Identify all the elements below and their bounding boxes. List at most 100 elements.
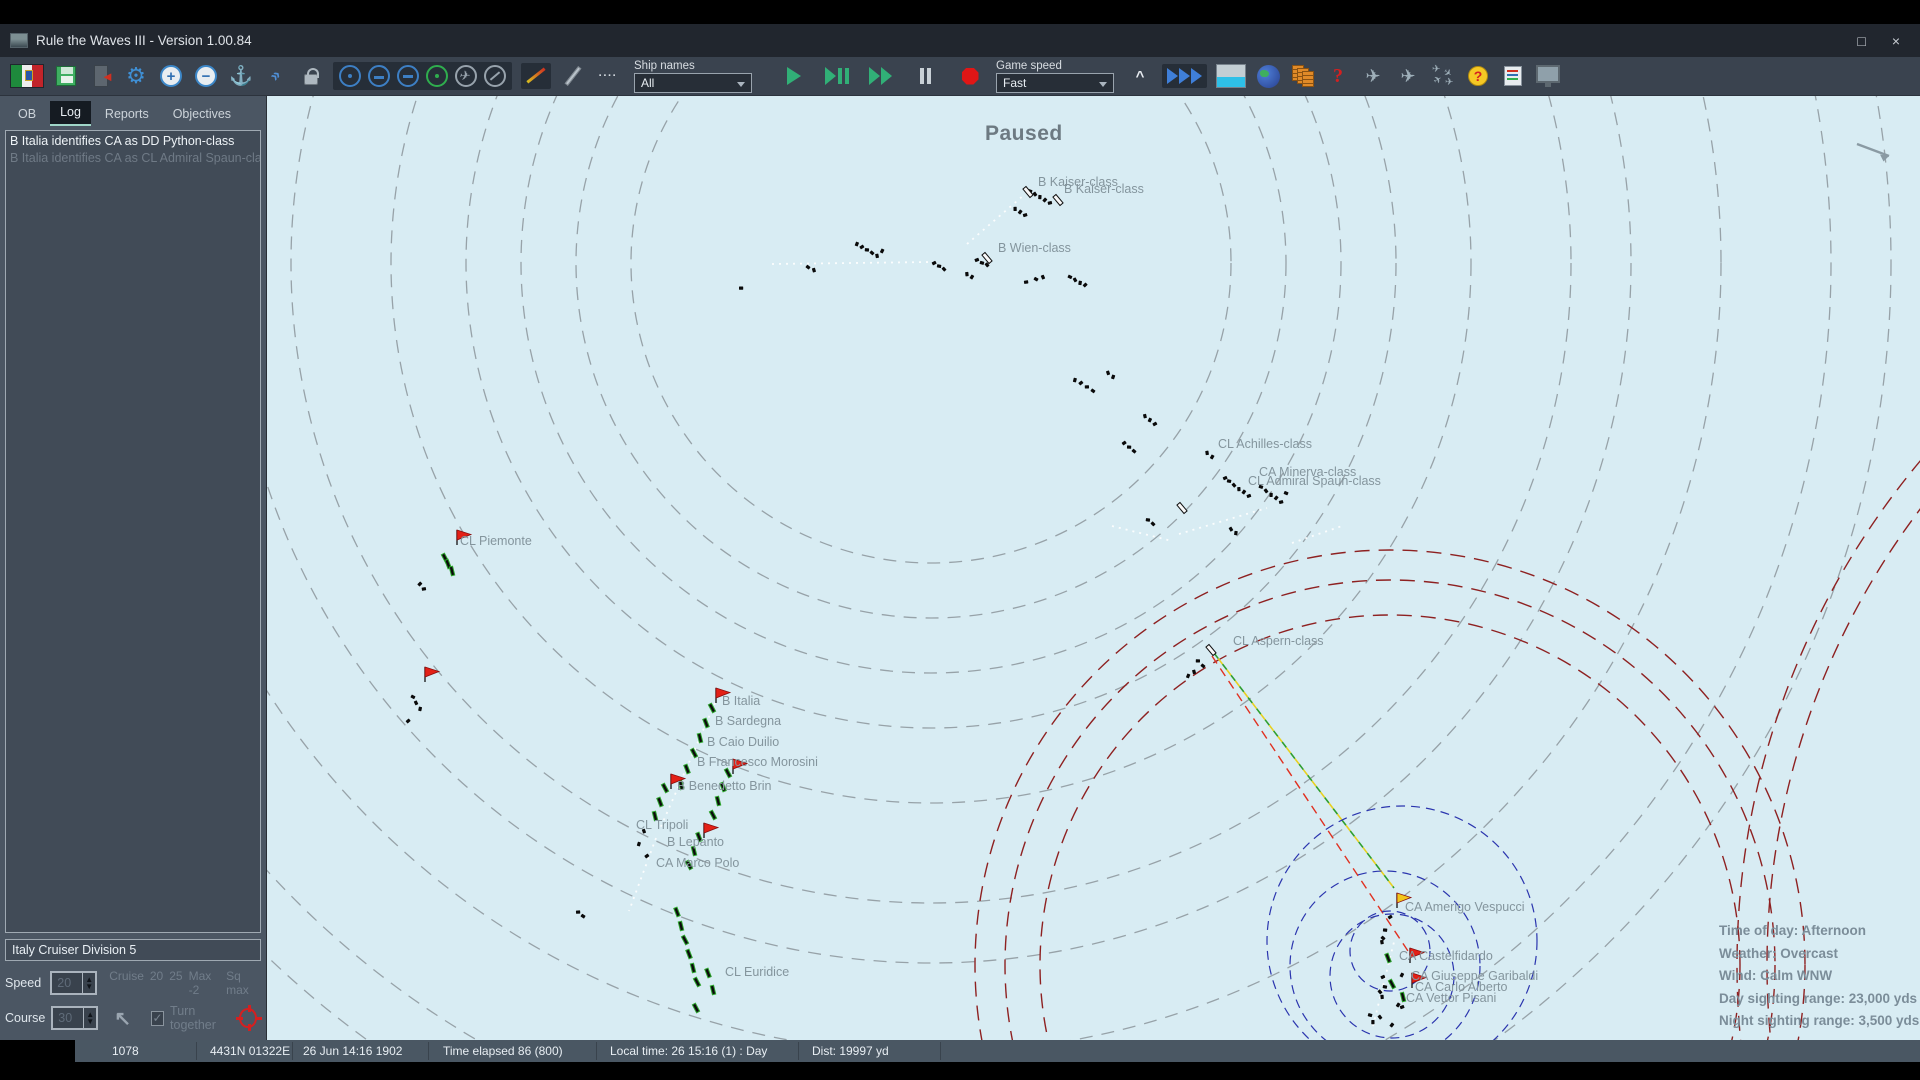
screen-capture-icon[interactable] — [1535, 62, 1561, 90]
exit-icon[interactable] — [88, 62, 114, 90]
contact-dot — [974, 257, 980, 263]
course-arrow-icon[interactable]: ↖ — [114, 1006, 131, 1031]
friendly-ship — [691, 1002, 701, 1014]
statusbar-separator — [940, 1042, 941, 1060]
play-icon[interactable] — [781, 62, 807, 90]
speed-preset-sq-max[interactable]: Sq max — [226, 969, 261, 997]
contact-dot — [1195, 659, 1201, 663]
contact-dot — [421, 587, 427, 591]
contact-dot — [1023, 280, 1029, 284]
plot-course-icon[interactable] — [521, 62, 551, 90]
close-button[interactable]: × — [1892, 33, 1900, 49]
save-icon[interactable] — [53, 62, 79, 90]
contact-dot — [410, 694, 416, 700]
contact-dot — [405, 718, 411, 724]
aircraft-circle-icon[interactable]: ✈ — [455, 65, 477, 87]
ship-label: CL Tripoli — [636, 818, 688, 832]
contact-dot — [1152, 421, 1158, 427]
damage-query-icon[interactable]: ? — [1325, 62, 1351, 90]
formation-green-dot-icon[interactable] — [426, 65, 448, 87]
settings-gear-icon[interactable]: ⚙ — [123, 62, 149, 90]
game-window: Rule the Waves III - Version 1.00.84 □ ×… — [0, 0, 1920, 1080]
friendly-ship — [660, 782, 670, 794]
course-stepper[interactable]: 30 ▲ ▼ — [51, 1006, 99, 1030]
contact-dot — [879, 248, 885, 254]
contact-dot — [636, 841, 641, 847]
contact-dot — [1192, 669, 1197, 675]
formation-hand-icon[interactable] — [368, 65, 390, 87]
speed-up-chevron-icon[interactable]: ^ — [1127, 62, 1153, 90]
contact-dot — [1186, 673, 1191, 679]
contact-dot — [1150, 521, 1156, 527]
tab-log[interactable]: Log — [50, 101, 91, 126]
compass-icon[interactable] — [484, 65, 506, 87]
contact-dot — [1241, 489, 1247, 495]
log-entry[interactable]: B Italia identifies CA as DD Python-clas… — [10, 133, 256, 150]
speed-preset-20[interactable]: 20 — [150, 969, 163, 997]
app-icon — [10, 33, 28, 48]
friendly-ship — [708, 809, 718, 821]
speed-preset-25[interactable]: 25 — [169, 969, 182, 997]
game-speed-select[interactable]: Fast — [996, 72, 1114, 93]
tab-objectives[interactable]: Objectives — [163, 103, 241, 126]
contact-dot — [1047, 201, 1053, 205]
buildings-icon[interactable] — [1290, 62, 1316, 90]
fast-forward-icon[interactable] — [867, 62, 893, 90]
weather-icon[interactable] — [1216, 62, 1246, 90]
ship-label: CA Marco Polo — [656, 856, 739, 870]
target-crosshair-icon[interactable] — [236, 1005, 262, 1031]
nation-flag-icon[interactable] — [10, 62, 44, 90]
split-division-icon[interactable]: » — [257, 57, 295, 95]
turn-together-checkbox[interactable]: ✓ — [150, 1010, 165, 1026]
tab-ob[interactable]: OB — [8, 103, 46, 126]
help-icon[interactable]: ? — [1465, 62, 1491, 90]
contact-dot — [1273, 495, 1279, 501]
wind-arrow — [1856, 142, 1890, 158]
ruler-icon[interactable] — [560, 62, 586, 90]
condition-line: Weather: Overcast — [1719, 945, 1839, 961]
max-speed-icon[interactable] — [1162, 62, 1207, 90]
statusbar-cell: Local time: 26 15:16 (1) : Day — [610, 1044, 768, 1058]
contact-dot — [1380, 994, 1384, 1000]
ship-names-select[interactable]: All — [634, 72, 752, 93]
statusbar-cell: 4431N 01322E — [210, 1044, 291, 1058]
ship-label: B Benedetto Brin — [677, 779, 772, 793]
contact-dot — [1382, 928, 1388, 932]
friendly-ship — [1384, 952, 1392, 964]
contact-dot — [1228, 526, 1234, 532]
conditions-panel: Time of day: Afternoon Weather: Overcast W… — [1719, 920, 1919, 1033]
world-map-icon[interactable] — [1255, 62, 1281, 90]
maximize-button[interactable]: □ — [1857, 33, 1865, 49]
contact-dot — [1072, 377, 1077, 383]
formation-dot-icon[interactable] — [339, 65, 361, 87]
log-list[interactable]: B Italia identifies CA as DD Python-clas… — [5, 130, 261, 933]
tab-reports[interactable]: Reports — [95, 103, 159, 126]
notes-icon[interactable] — [1500, 62, 1526, 90]
scattered-planes-icon[interactable]: ✈ ✈ ✈ ✈ — [1430, 62, 1456, 90]
air-mission-icon[interactable]: ✈ ✈ — [1395, 62, 1421, 90]
zoom-in-icon[interactable]: + — [158, 62, 184, 90]
friendly-ship — [685, 948, 693, 960]
speed-label: Speed — [5, 976, 42, 990]
division-title[interactable]: Italy Cruiser Division 5 — [5, 939, 261, 961]
zoom-out-icon[interactable]: − — [193, 62, 219, 90]
contact-dot — [1126, 445, 1132, 449]
contact-dot — [1017, 209, 1023, 215]
ship-anchor-icon[interactable]: ⚓ — [228, 62, 254, 90]
friendly-ship — [689, 962, 697, 974]
formation-dash-icon[interactable] — [397, 65, 419, 87]
lock-formation-icon[interactable] — [298, 62, 324, 90]
game-speed-label: Game speed — [996, 59, 1062, 72]
play-to-event-icon[interactable] — [824, 62, 850, 90]
contact-dot — [1231, 482, 1237, 488]
range-dots-icon[interactable]: ···· — [595, 62, 621, 90]
log-entry[interactable]: B Italia identifies CA as CL Admiral Spa… — [10, 150, 260, 167]
speed-preset-max--2[interactable]: Max -2 — [189, 969, 220, 997]
aircraft-icon[interactable]: ✈ ✈ — [1360, 62, 1386, 90]
speed-preset-cruise[interactable]: Cruise — [109, 969, 144, 997]
speed-stepper[interactable]: 20 ▲ ▼ — [50, 971, 98, 995]
tactical-map[interactable]: B Kaiser-class B Kaiser-class B Wien-class… — [267, 96, 1920, 1040]
stop-icon[interactable] — [957, 62, 983, 90]
pause-icon[interactable] — [912, 62, 938, 90]
turn-together-label: Turn together — [170, 1004, 216, 1032]
